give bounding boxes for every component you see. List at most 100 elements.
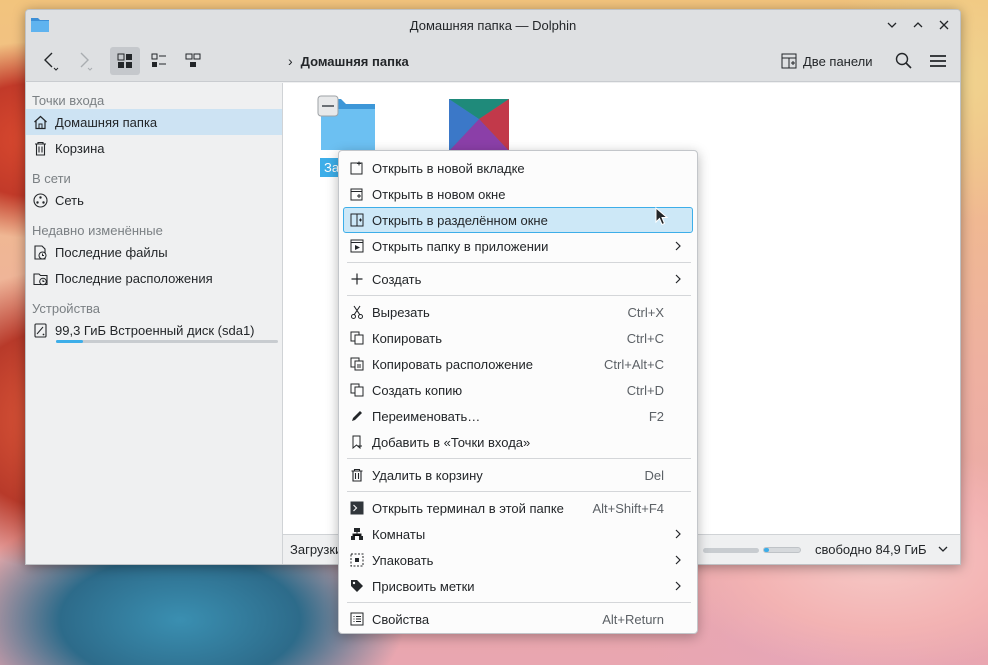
status-text: Загрузки <box>290 542 343 557</box>
menu-cut[interactable]: Вырезать Ctrl+X <box>343 299 693 325</box>
menu-separator <box>347 602 691 603</box>
sidebar-item-network[interactable]: Сеть <box>26 187 282 213</box>
plus-icon <box>350 272 364 286</box>
menu-separator <box>347 295 691 296</box>
menu-label: Упаковать <box>372 552 434 568</box>
search-button[interactable] <box>890 47 918 75</box>
image-thumbnail-icon <box>449 99 509 151</box>
menu-open-in-app[interactable]: Открыть папку в приложении <box>343 233 693 259</box>
menu-label: Открыть папку в приложении <box>372 238 549 254</box>
menu-compress[interactable]: Упаковать <box>343 547 693 573</box>
details-view-icon <box>185 53 201 67</box>
copy-icon <box>350 331 364 345</box>
menu-open-terminal[interactable]: Открыть терминал в этой папке Alt+Shift+… <box>343 495 693 521</box>
menu-duplicate[interactable]: Создать копию Ctrl+D <box>343 377 693 403</box>
zoom-slider[interactable] <box>703 548 759 553</box>
split-view-button[interactable]: Две панели <box>781 47 873 75</box>
sidebar-item-label: Корзина <box>55 140 105 156</box>
chevron-right-icon <box>675 581 681 591</box>
downloads-folder[interactable] <box>317 95 379 156</box>
chevron-right-icon <box>675 529 681 539</box>
details-view-button[interactable] <box>178 47 208 75</box>
breadcrumb[interactable]: › Домашняя папка <box>288 53 409 69</box>
menu-label: Создать <box>372 271 422 287</box>
close-icon[interactable] <box>934 15 954 35</box>
home-icon <box>32 114 48 130</box>
properties-icon <box>350 612 364 626</box>
compact-view-button[interactable] <box>144 47 174 75</box>
chevron-down-icon[interactable] <box>936 542 950 556</box>
menu-shortcut: Ctrl+C <box>626 330 664 346</box>
drive-harddisk-icon <box>32 322 48 338</box>
places-panel: Точки входа Домашняя папка Корзина В сет… <box>26 83 282 564</box>
menu-add-to-places[interactable]: Добавить в «Точки входа» <box>343 429 693 455</box>
recent-locations-icon <box>32 270 48 286</box>
network-icon <box>32 192 48 208</box>
menu-copy[interactable]: Копировать Ctrl+C <box>343 325 693 351</box>
scissors-icon <box>350 305 364 319</box>
icons-view-button[interactable] <box>110 47 140 75</box>
sidebar-item-label: Последние файлы <box>55 244 168 260</box>
bookmark-new-icon <box>350 435 364 449</box>
section-network: В сети <box>32 171 71 186</box>
menu-label: Открыть терминал в этой папке <box>372 500 564 516</box>
menu-open-new-tab[interactable]: Открыть в новой вкладке <box>343 155 693 181</box>
free-space-bar <box>763 547 801 553</box>
hamburger-icon <box>930 55 946 67</box>
menu-separator <box>347 458 691 459</box>
sidebar-item-recent-files[interactable]: Последние файлы <box>26 239 282 265</box>
menu-rename[interactable]: Переименовать… F2 <box>343 403 693 429</box>
section-recent: Недавно изменённые <box>32 223 163 238</box>
sidebar-item-home[interactable]: Домашняя папка <box>26 109 282 135</box>
menu-label: Добавить в «Точки входа» <box>372 434 531 450</box>
menu-shortcut: Ctrl+D <box>626 382 664 398</box>
menu-create[interactable]: Создать <box>343 266 693 292</box>
menu-label: Присвоить метки <box>372 578 475 594</box>
breadcrumb-home[interactable]: Домашняя папка <box>301 54 409 69</box>
menu-activities[interactable]: Комнаты <box>343 521 693 547</box>
split-view-icon <box>781 53 797 69</box>
menu-move-to-trash[interactable]: Удалить в корзину Del <box>343 462 693 488</box>
back-button[interactable] <box>36 47 64 75</box>
archive-icon <box>350 553 364 567</box>
menu-label: Вырезать <box>372 304 430 320</box>
menu-label: Открыть в новой вкладке <box>372 160 525 176</box>
sidebar-item-label: Последние расположения <box>55 270 213 286</box>
icons-view-icon <box>117 53 132 68</box>
terminal-icon <box>350 501 364 515</box>
menu-assign-tags[interactable]: Присвоить метки <box>343 573 693 599</box>
sidebar-item-trash[interactable]: Корзина <box>26 135 282 161</box>
menu-label: Открыть в новом окне <box>372 186 506 202</box>
title-bar[interactable]: Домашняя папка — Dolphin <box>26 10 960 40</box>
menu-open-new-window[interactable]: Открыть в новом окне <box>343 181 693 207</box>
recent-files-icon <box>32 244 48 260</box>
menu-shortcut: Alt+Shift+F4 <box>592 500 664 516</box>
sidebar-item-label: Домашняя папка <box>55 114 158 130</box>
minimize-icon[interactable] <box>882 15 902 35</box>
image-file[interactable] <box>449 99 509 154</box>
mouse-cursor-icon <box>655 207 669 226</box>
menu-shortcut: Ctrl+X <box>627 304 664 320</box>
search-icon <box>895 52 912 69</box>
menu-label: Открыть в разделённом окне <box>372 212 548 228</box>
menu-open-split[interactable]: Открыть в разделённом окне <box>343 207 693 233</box>
split-view-label: Две панели <box>803 53 873 69</box>
sidebar-item-recent-locations[interactable]: Последние расположения <box>26 265 282 291</box>
free-space-text[interactable]: свободно 84,9 ГиБ <box>815 542 927 557</box>
hamburger-menu-button[interactable] <box>924 47 952 75</box>
menu-label: Копировать расположение <box>372 356 533 372</box>
toolbar: › Домашняя папка Две панели <box>26 40 960 82</box>
sidebar-item-label: 99,3 ГиБ Встроенный диск (sda1) <box>55 322 255 338</box>
menu-properties[interactable]: Свойства Alt+Return <box>343 606 693 632</box>
tag-icon <box>350 579 364 593</box>
chevron-right-icon <box>675 274 681 284</box>
context-menu: Открыть в новой вкладке Открыть в новом … <box>338 150 698 634</box>
menu-copy-location[interactable]: Копировать расположение Ctrl+Alt+C <box>343 351 693 377</box>
forward-button[interactable] <box>70 47 98 75</box>
menu-label: Копировать <box>372 330 442 346</box>
maximize-icon[interactable] <box>908 15 928 35</box>
disk-usage-bar <box>56 340 278 343</box>
menu-label: Создать копию <box>372 382 463 398</box>
folder-icon <box>317 95 375 150</box>
run-app-icon <box>350 239 364 253</box>
